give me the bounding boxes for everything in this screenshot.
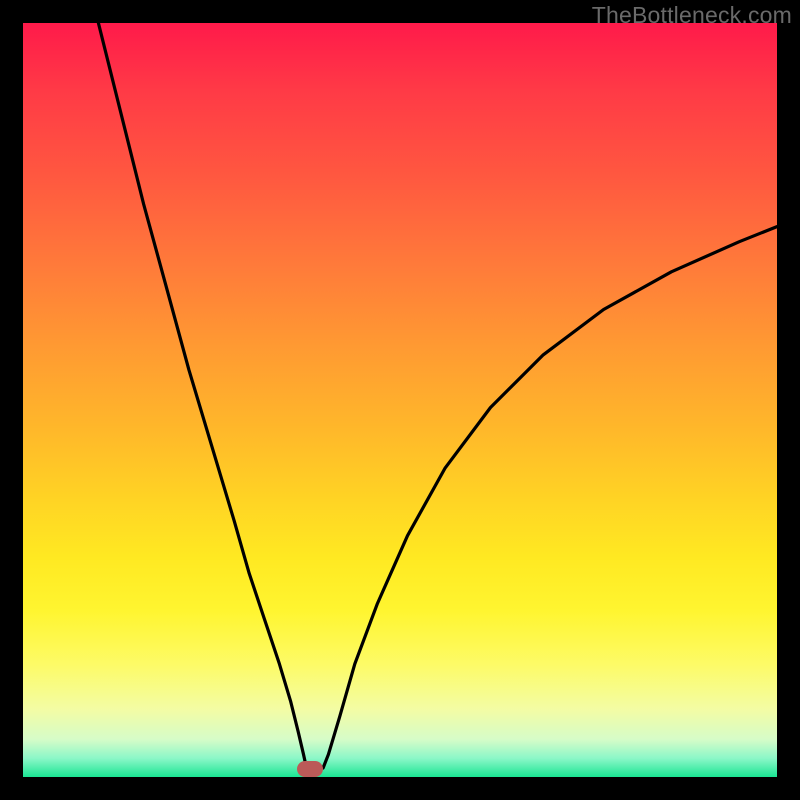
optimum-marker <box>297 761 323 777</box>
watermark-text: TheBottleneck.com <box>592 2 792 29</box>
outer-frame: TheBottleneck.com <box>0 0 800 800</box>
bottleneck-curve <box>23 23 777 777</box>
plot-area <box>23 23 777 777</box>
